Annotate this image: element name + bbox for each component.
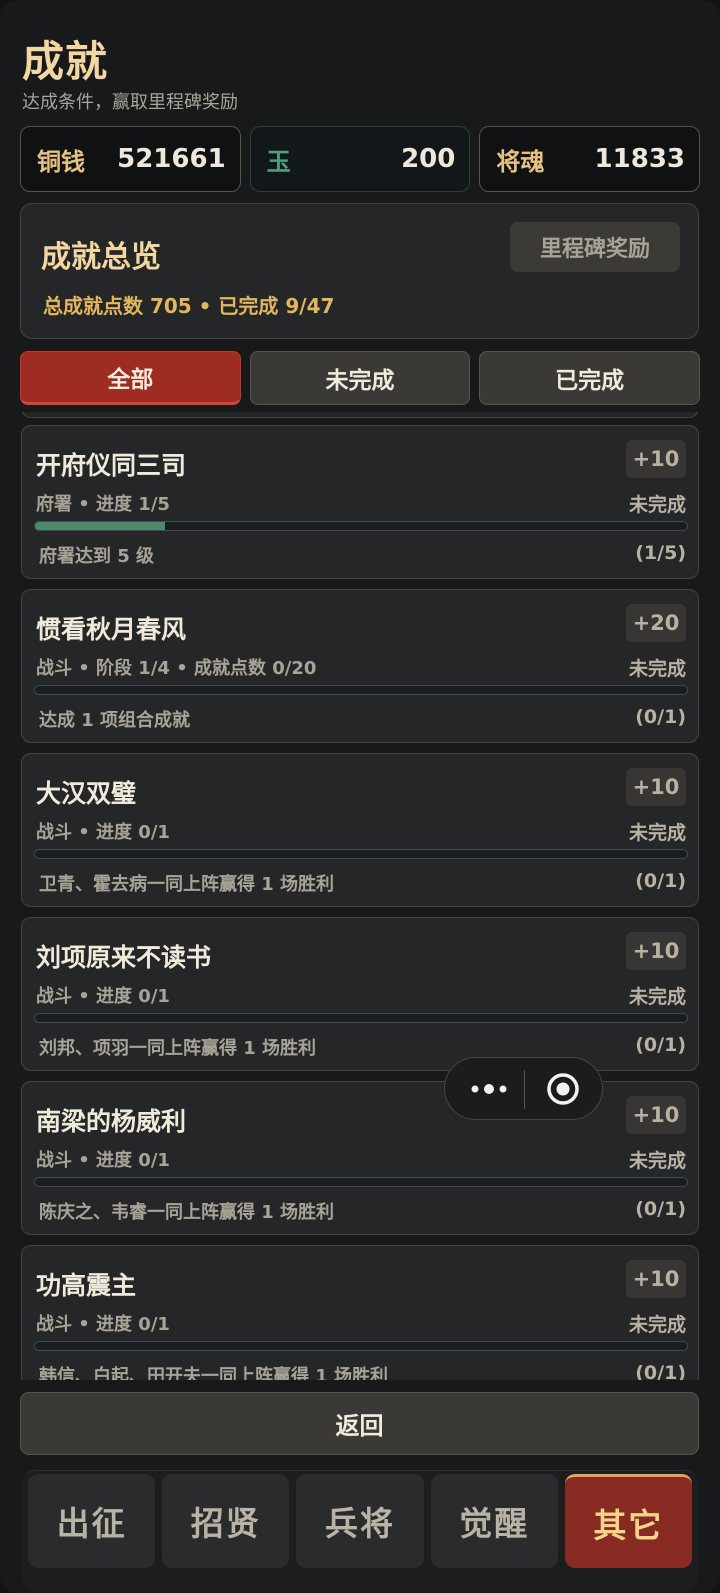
achievement-card[interactable]: 开府仪同三司 +10 府署 • 进度 1/5 未完成 府署达到 5 级 (1/5… (21, 425, 699, 579)
achievement-count: (0/1) (635, 1198, 686, 1220)
achievement-points-badge: +10 (626, 440, 686, 478)
achievement-description: 卫青、霍去病一同上阵赢得 1 场胜利 (39, 874, 335, 895)
achievement-overview-panel: 成就总览 总成就点数 705 • 已完成 9/47 里程碑奖励 (20, 203, 699, 339)
resource-jade-value: 200 (401, 144, 456, 174)
miniprogram-capsule (444, 1057, 603, 1120)
tab-completed[interactable]: 已完成 (479, 351, 701, 405)
page-subtitle: 达成条件，赢取里程碑奖励 (22, 92, 238, 113)
resource-soul-value: 11833 (594, 144, 686, 174)
achievement-count: (0/1) (635, 706, 686, 728)
milestone-reward-button[interactable]: 里程碑奖励 (510, 222, 680, 272)
more-dots-icon[interactable] (467, 1077, 517, 1101)
achievement-name: 南梁的杨威利 (36, 1107, 187, 1136)
achievement-progress-bar (34, 521, 688, 531)
achievement-status: 未完成 (628, 986, 686, 1008)
achievement-points-badge: +10 (626, 1260, 686, 1298)
resource-bar: 铜钱 521661 玉 200 将魂 11833 (20, 126, 701, 192)
achievement-name: 刘项原来不读书 (36, 943, 212, 972)
achievement-meta: 战斗 • 进度 0/1 (36, 986, 170, 1007)
achievement-count: (0/1) (635, 1362, 686, 1380)
tab-all[interactable]: 全部 (20, 351, 241, 405)
achievement-progress-bar (34, 1177, 688, 1187)
achievement-status: 未完成 (628, 658, 686, 680)
resource-copper-label: 铜钱 (37, 147, 85, 176)
achievement-description: 达成 1 项组合成就 (39, 710, 191, 731)
target-icon[interactable] (545, 1071, 581, 1107)
achievement-progress-bar (34, 849, 688, 859)
resource-jade: 玉 200 (249, 126, 471, 192)
resource-jade-label: 玉 (266, 147, 291, 176)
back-button[interactable]: 返回 (20, 1392, 699, 1455)
achievement-status: 未完成 (628, 494, 686, 516)
achievement-name: 开府仪同三司 (36, 451, 187, 480)
resource-soul: 将魂 11833 (479, 126, 701, 192)
achievement-progress-bar (34, 1341, 688, 1351)
capsule-divider (524, 1070, 525, 1109)
achievement-card[interactable]: 大汉双璧 +10 战斗 • 进度 0/1 未完成 卫青、霍去病一同上阵赢得 1 … (21, 753, 699, 907)
resource-soul-label: 将魂 (496, 147, 545, 176)
achievement-progress-bar (34, 685, 688, 695)
filter-tabs: 全部 未完成 已完成 (20, 351, 701, 405)
achievement-points-badge: +20 (626, 604, 686, 642)
achievement-status: 未完成 (628, 822, 686, 844)
nav-other[interactable]: 其它 (564, 1474, 693, 1568)
achievement-description: 陈庆之、韦睿一同上阵赢得 1 场胜利 (39, 1202, 335, 1223)
achievement-meta: 战斗 • 进度 0/1 (36, 1314, 170, 1335)
achievement-status: 未完成 (628, 1150, 686, 1172)
achievement-meta: 府署 • 进度 1/5 (36, 494, 170, 515)
achievement-meta: 战斗 • 进度 0/1 (36, 1150, 170, 1171)
previous-card-edge (21, 412, 699, 418)
achievement-progress-bar (34, 1013, 688, 1023)
achievement-card[interactable]: 刘项原来不读书 +10 战斗 • 进度 0/1 未完成 刘邦、项羽一同上阵赢得 … (21, 917, 699, 1071)
achievement-count: (1/5) (635, 542, 686, 564)
achievement-list[interactable]: 开府仪同三司 +10 府署 • 进度 1/5 未完成 府署达到 5 级 (1/5… (0, 412, 720, 1380)
overview-title: 成就总览 (41, 240, 161, 275)
nav-awaken[interactable]: 觉醒 (430, 1474, 558, 1568)
achievement-card[interactable]: 功高震主 +10 战斗 • 进度 0/1 未完成 韩信、白起、田开夫一同上阵赢得… (21, 1245, 699, 1380)
achievement-count: (0/1) (635, 870, 686, 892)
achievement-description: 府署达到 5 级 (39, 546, 155, 567)
progress-fill (35, 522, 166, 530)
achievements-screen: 成就 达成条件，赢取里程碑奖励 铜钱 521661 玉 200 将魂 11833… (0, 0, 720, 1593)
nav-expedition[interactable]: 出征 (28, 1474, 156, 1568)
bottom-nav: 出征 招贤 兵将 觉醒 其它 (28, 1474, 693, 1568)
nav-recruit[interactable]: 招贤 (162, 1474, 290, 1568)
achievement-count: (0/1) (635, 1034, 686, 1056)
achievement-name: 惯看秋月春风 (36, 615, 187, 644)
achievement-points-badge: +10 (626, 1096, 686, 1134)
achievement-card[interactable]: 惯看秋月春风 +20 战斗 • 阶段 1/4 • 成就点数 0/20 未完成 达… (21, 589, 699, 743)
achievement-points-badge: +10 (626, 768, 686, 806)
achievement-description: 韩信、白起、田开夫一同上阵赢得 1 场胜利 (39, 1366, 389, 1380)
achievement-name: 大汉双璧 (36, 779, 137, 808)
page-title: 成就 (22, 37, 109, 86)
tab-incomplete[interactable]: 未完成 (249, 351, 471, 405)
achievement-description: 刘邦、项羽一同上阵赢得 1 场胜利 (39, 1038, 317, 1059)
overview-stats: 总成就点数 705 • 已完成 9/47 (43, 294, 335, 318)
achievement-points-badge: +10 (626, 932, 686, 970)
achievement-name: 功高震主 (36, 1271, 137, 1300)
resource-copper: 铜钱 521661 (20, 126, 241, 192)
achievement-meta: 战斗 • 阶段 1/4 • 成就点数 0/20 (36, 658, 317, 679)
nav-generals[interactable]: 兵将 (296, 1474, 424, 1568)
resource-copper-value: 521661 (117, 144, 226, 174)
achievement-meta: 战斗 • 进度 0/1 (36, 822, 170, 843)
achievement-status: 未完成 (628, 1314, 686, 1336)
